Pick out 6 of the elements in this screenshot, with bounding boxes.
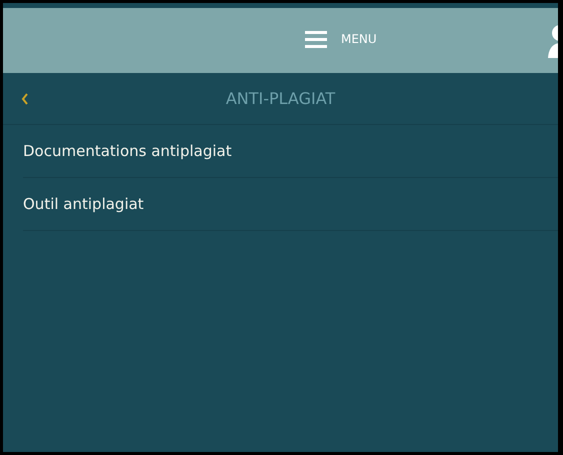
menu-item[interactable]: Outil antiplagiat [23,178,558,231]
menu-icon [305,30,327,48]
menu-item[interactable]: Documentations antiplagiat [23,125,558,178]
section-title: ANTI-PLAGIAT [224,89,336,108]
chevron-left-icon [21,92,29,104]
user-icon[interactable] [548,24,558,58]
